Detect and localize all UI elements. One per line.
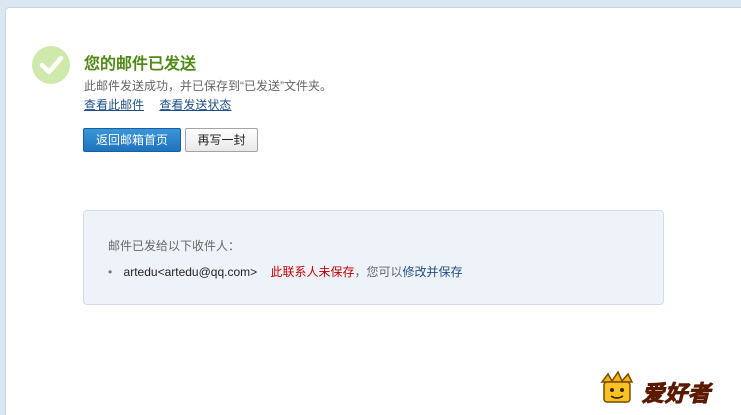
write-another-button[interactable]: 再写一封 [185,128,258,152]
back-to-inbox-button[interactable]: 返回邮箱首页 [83,128,181,152]
recipients-box: 邮件已发给以下收件人： • artedu<artedu@qq.com> 此联系人… [83,210,664,305]
success-check-icon [32,46,70,84]
watermark-text: 爱好者 [641,382,712,408]
view-send-status-link[interactable]: 查看发送状态 [159,98,231,112]
list-item: • artedu<artedu@qq.com> 此联系人未保存，您可以修改并保存 [108,263,463,280]
status-links: 查看此邮件 查看发送状态 [84,96,243,113]
unsaved-contact-note: 此联系人未保存 [270,265,355,279]
edit-and-save-link[interactable]: 修改并保存 [403,265,463,279]
site-watermark: 爱好者 [598,370,724,408]
view-mail-link[interactable]: 查看此邮件 [84,98,144,112]
recipients-heading: 邮件已发给以下收件人： [108,239,241,253]
page-title: 您的邮件已发送 [84,56,197,73]
bullet-icon: • [108,265,113,279]
save-hint: ，您可以 [354,265,403,279]
status-description: 此邮件发送成功，并已保存到“已发送”文件夹。 [84,79,332,93]
recipient-address: artedu<artedu@qq.com> [123,265,258,279]
